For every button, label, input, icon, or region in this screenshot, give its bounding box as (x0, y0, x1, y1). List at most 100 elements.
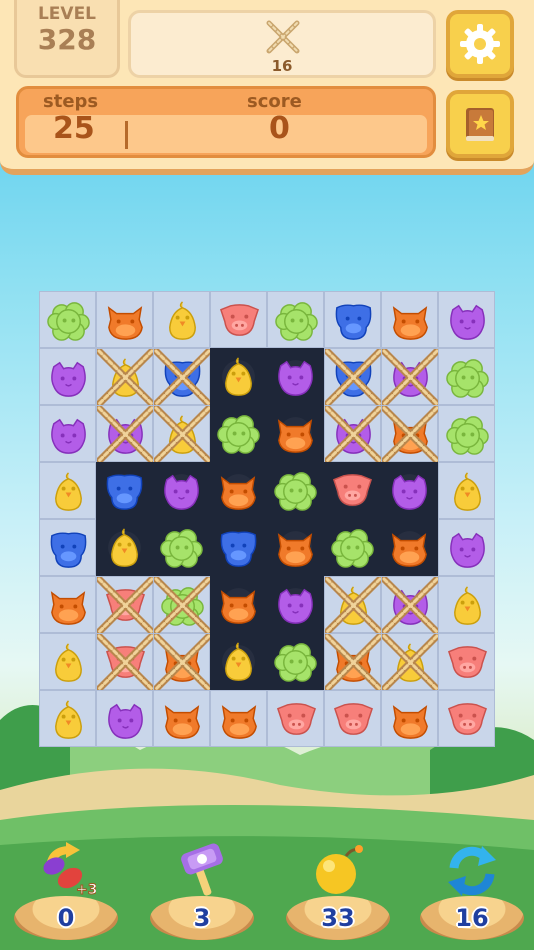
board-cell[interactable] (381, 633, 439, 691)
shuffle-icon (448, 846, 496, 896)
cat-piece-icon (278, 360, 313, 396)
board-cell[interactable] (96, 633, 154, 691)
board-cell[interactable] (153, 348, 211, 406)
board-cell[interactable] (210, 519, 267, 576)
board-cell[interactable] (153, 519, 210, 576)
chick-piece-icon (225, 357, 252, 396)
board-cell[interactable] (210, 405, 267, 462)
board-cell[interactable] (96, 348, 154, 406)
board-cell[interactable] (210, 291, 267, 348)
board-cell[interactable] (267, 405, 324, 462)
score-value: 0 (269, 111, 290, 146)
board-cell[interactable] (267, 348, 324, 405)
board-cell[interactable] (39, 348, 96, 405)
board-cell[interactable] (324, 348, 382, 406)
board-cell[interactable] (39, 519, 96, 576)
pig-piece-icon (447, 703, 488, 735)
pig-piece-icon (332, 474, 373, 506)
pig-piece-icon (105, 589, 146, 621)
board-cell[interactable] (381, 348, 439, 406)
pig-piece-icon (447, 646, 488, 678)
cow-piece-icon (164, 648, 200, 682)
sheep-piece-icon (446, 416, 489, 455)
board-cell[interactable] (153, 633, 211, 691)
board-cell[interactable] (96, 291, 153, 348)
board-cell[interactable] (324, 519, 381, 576)
board-cell[interactable] (96, 462, 153, 519)
chick-piece-icon (169, 301, 196, 340)
board-cell[interactable] (324, 291, 381, 348)
guide-book-button[interactable] (446, 90, 514, 158)
board-cell[interactable] (381, 690, 438, 747)
board-cell[interactable] (210, 633, 267, 690)
board-cell[interactable] (267, 291, 324, 348)
board-cell[interactable] (438, 462, 495, 519)
board-cell[interactable] (210, 576, 267, 633)
board-cell[interactable] (153, 462, 210, 519)
board-cell[interactable] (381, 519, 438, 576)
bomb-booster[interactable]: 33 (286, 840, 390, 940)
board-cell[interactable] (324, 633, 382, 691)
board-cell[interactable] (267, 462, 324, 519)
chick-piece-icon (397, 643, 424, 682)
cat-piece-icon (393, 589, 428, 625)
board-cell[interactable] (267, 519, 324, 576)
board-cell[interactable] (210, 690, 267, 747)
sheep-piece-icon (274, 643, 317, 682)
board-cell[interactable] (324, 576, 382, 634)
settings-button[interactable] (446, 10, 514, 78)
board-cell[interactable] (438, 405, 495, 462)
book-icon (466, 108, 494, 141)
board-cell[interactable] (210, 348, 267, 405)
board-cell[interactable] (210, 462, 267, 519)
sheep-piece-icon (331, 529, 374, 568)
game-board (39, 291, 495, 747)
board-cell[interactable] (153, 576, 211, 634)
cat-piece-icon (336, 418, 371, 454)
board-cell[interactable] (381, 576, 439, 634)
board-cell[interactable] (96, 405, 154, 463)
cow-piece-icon (50, 591, 86, 625)
board-cell[interactable] (267, 576, 324, 633)
board-cell[interactable] (438, 291, 495, 348)
cat-piece-icon (392, 474, 427, 510)
board-cell[interactable] (438, 519, 495, 576)
board-cell[interactable] (267, 690, 324, 747)
board-cell[interactable] (39, 462, 96, 519)
board-cell[interactable] (438, 633, 495, 690)
sheep-piece-icon (217, 415, 260, 454)
goal-remaining-count: 16 (271, 57, 293, 75)
bomb-icon (316, 845, 363, 894)
board-cell[interactable] (381, 405, 439, 463)
board-cell[interactable] (438, 576, 495, 633)
board-cell[interactable] (39, 291, 96, 348)
pig-piece-icon (105, 646, 146, 678)
board-cell[interactable] (39, 576, 96, 633)
board-cell[interactable] (39, 633, 96, 690)
dog-piece-icon (335, 361, 372, 397)
pig-piece-icon (333, 703, 374, 735)
board-cell[interactable] (153, 690, 210, 747)
shuffle-booster[interactable]: 16 (420, 840, 524, 940)
swap-booster[interactable]: +3 0 (14, 840, 118, 940)
board-cell[interactable] (153, 405, 211, 463)
board-cell[interactable] (96, 690, 153, 747)
board-cell[interactable] (381, 291, 438, 348)
board-cell[interactable] (39, 690, 96, 747)
board-cell[interactable] (39, 405, 96, 462)
hammer-booster[interactable]: 3 (150, 840, 254, 940)
board-cell[interactable] (324, 690, 381, 747)
board-cell[interactable] (438, 690, 495, 747)
stats-divider (125, 121, 128, 149)
board-cell[interactable] (96, 519, 153, 576)
board-cell[interactable] (153, 291, 210, 348)
board-cell[interactable] (324, 405, 382, 463)
cat-piece-icon (278, 588, 313, 624)
board-cell[interactable] (381, 462, 438, 519)
swap-bonus-badge: +3 (76, 882, 96, 898)
board-cell[interactable] (96, 576, 154, 634)
goal-panel: 16 (128, 10, 436, 78)
board-cell[interactable] (324, 462, 381, 519)
board-cell[interactable] (267, 633, 324, 690)
board-cell[interactable] (438, 348, 495, 405)
